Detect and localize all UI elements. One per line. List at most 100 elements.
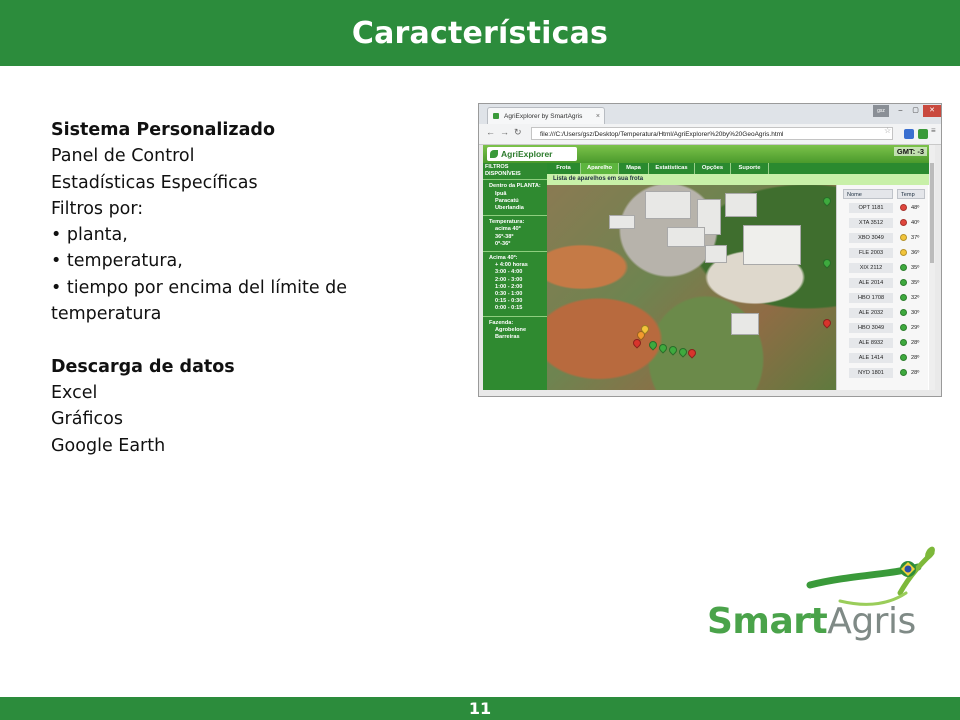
reload-icon[interactable]: ↻ <box>514 127 522 138</box>
menu-estatisticas[interactable]: Estatísticas <box>649 163 695 174</box>
map-building <box>725 193 757 217</box>
device-list: Nome Temp OPT 1181 48º XTA 3512 40º XBO 3049… <box>836 185 928 390</box>
menu-suporte[interactable]: Suporte <box>731 163 769 174</box>
filter-title: Dentro da PLANTA: <box>489 183 541 190</box>
app-header: AgriExplorer GMT: -3 <box>483 145 935 163</box>
device-row[interactable]: NYD 1801 28º <box>837 367 928 379</box>
status-dot-icon <box>900 234 907 241</box>
column-temp[interactable]: Temp <box>897 189 925 199</box>
device-row[interactable]: FLE 2003 36º <box>837 247 928 259</box>
filter-option[interactable]: 0:15 - 0:30 <box>489 298 545 305</box>
menu-aparelho[interactable]: Aparelho <box>581 163 619 174</box>
filter-option[interactable]: Paracatú <box>489 198 545 205</box>
device-temp: 28º <box>911 340 920 346</box>
map-pin-icon[interactable] <box>667 344 679 356</box>
map-pin-icon[interactable] <box>647 339 659 351</box>
back-icon[interactable]: ← <box>486 127 495 137</box>
bookmark-star-icon[interactable]: ☆ <box>884 126 891 135</box>
filter-title: Fazenda: <box>489 319 514 326</box>
device-row[interactable]: HBO 3049 29º <box>837 322 928 334</box>
minimize-icon[interactable]: – <box>893 105 908 117</box>
device-row[interactable]: ALE 8932 28º <box>837 337 928 349</box>
device-row[interactable]: XIX 2112 35º <box>837 262 928 274</box>
map-pin-icon[interactable] <box>821 195 833 207</box>
device-row[interactable]: XBO 3049 37º <box>837 232 928 244</box>
filter-title: Acima 40º: <box>489 255 518 262</box>
filter-option[interactable]: 0:30 - 1:00 <box>489 291 545 298</box>
status-dot-icon <box>900 219 907 226</box>
device-name: ALE 2032 <box>849 308 893 318</box>
map-pin-icon[interactable] <box>657 342 669 354</box>
map-pin-icon[interactable] <box>821 257 833 269</box>
user-badge[interactable]: gsz <box>873 105 889 117</box>
device-name: ALE 2014 <box>849 278 893 288</box>
device-name: HBO 1708 <box>849 293 893 303</box>
map-building <box>705 245 727 263</box>
map-pin-icon[interactable] <box>686 347 698 359</box>
filter-option[interactable]: Uberlandia <box>489 205 545 212</box>
device-temp: 28º <box>911 355 920 361</box>
bullet-temperature: temperatura, <box>51 248 451 274</box>
filter-option[interactable]: acima 40º <box>489 226 545 233</box>
page-number: 11 <box>468 699 492 718</box>
logo-agris: Agris <box>827 601 916 642</box>
device-name: ALE 1414 <box>849 353 893 363</box>
close-window-icon[interactable]: ✕ <box>923 105 941 117</box>
satellite-map[interactable] <box>547 185 836 390</box>
column-name[interactable]: Nome <box>843 189 893 199</box>
device-row[interactable]: OPT 1181 48º <box>837 202 928 214</box>
filter-option[interactable]: 0:00 - 0:15 <box>489 305 545 312</box>
item-excel: Excel <box>51 382 98 403</box>
filter-option[interactable]: 36º-38º <box>489 234 545 241</box>
filter-option[interactable]: 2:00 - 3:00 <box>489 277 545 284</box>
status-dot-icon <box>900 279 907 286</box>
status-dot-icon <box>900 309 907 316</box>
filter-option[interactable]: Agrobelone <box>489 327 545 334</box>
status-dot-icon <box>900 294 907 301</box>
maximize-icon[interactable]: ▢ <box>908 105 923 117</box>
bullet-plant: planta, <box>51 222 451 248</box>
filters-header: FILTROS DISPONÍVEIS <box>483 163 547 181</box>
device-temp: 48º <box>911 205 920 211</box>
status-dot-icon <box>900 369 907 376</box>
window-controls: gsz – ▢ ✕ <box>873 105 941 117</box>
filter-option[interactable]: Barreiras <box>489 334 545 341</box>
extension-icon[interactable] <box>918 129 928 139</box>
filter-plant: Dentro da PLANTA: Ipuã Paracatú Uberland… <box>483 180 547 217</box>
forward-icon[interactable]: → <box>500 127 509 137</box>
device-row[interactable]: ALE 2032 30º <box>837 307 928 319</box>
extension-icon[interactable] <box>904 129 914 139</box>
tab-close-icon[interactable]: × <box>596 108 600 125</box>
device-row[interactable]: XTA 3512 40º <box>837 217 928 229</box>
map-building <box>609 215 635 229</box>
filter-option[interactable]: 0º-36º <box>489 241 545 248</box>
device-row[interactable]: HBO 1708 32º <box>837 292 928 304</box>
filter-option[interactable]: Ipuã <box>489 191 545 198</box>
browser-tab[interactable]: AgriExplorer by SmartAgris × <box>487 107 605 124</box>
device-name: XIX 2112 <box>849 263 893 273</box>
scrollbar[interactable] <box>929 145 935 390</box>
heading-data-download: Descarga de datos <box>51 356 235 377</box>
filter-option[interactable]: 1:00 - 2:00 <box>489 284 545 291</box>
gmt-label: GMT: -3 <box>893 147 927 156</box>
logo-wordmark: SmartAgris <box>707 601 916 642</box>
status-dot-icon <box>900 339 907 346</box>
map-pin-icon[interactable] <box>821 317 833 329</box>
menu-opcoes[interactable]: Opções <box>695 163 731 174</box>
filter-temperature: Temperatura: acima 40º 36º-38º 0º-36º <box>483 216 547 253</box>
menu-frota[interactable]: Frota <box>547 163 581 174</box>
menu-icon[interactable]: ≡ <box>931 126 936 135</box>
status-dot-icon <box>900 324 907 331</box>
scrollbar-thumb[interactable] <box>930 163 934 263</box>
leaf-icon <box>490 150 498 158</box>
filter-option[interactable]: 3:00 - 4:00 <box>489 269 545 276</box>
filter-option[interactable]: + 4:00 horas <box>489 262 545 269</box>
item-google-earth: Google Earth <box>51 435 166 456</box>
device-row[interactable]: ALE 2014 35º <box>837 277 928 289</box>
device-row[interactable]: ALE 1414 28º <box>837 352 928 364</box>
app-logo: AgriExplorer <box>487 147 577 161</box>
menu-mapa[interactable]: Mapa <box>619 163 649 174</box>
status-dot-icon <box>900 204 907 211</box>
footer-bar: 11 <box>0 697 960 720</box>
url-input[interactable]: file:///C:/Users/gsz/Desktop/Temperatura… <box>531 127 893 140</box>
